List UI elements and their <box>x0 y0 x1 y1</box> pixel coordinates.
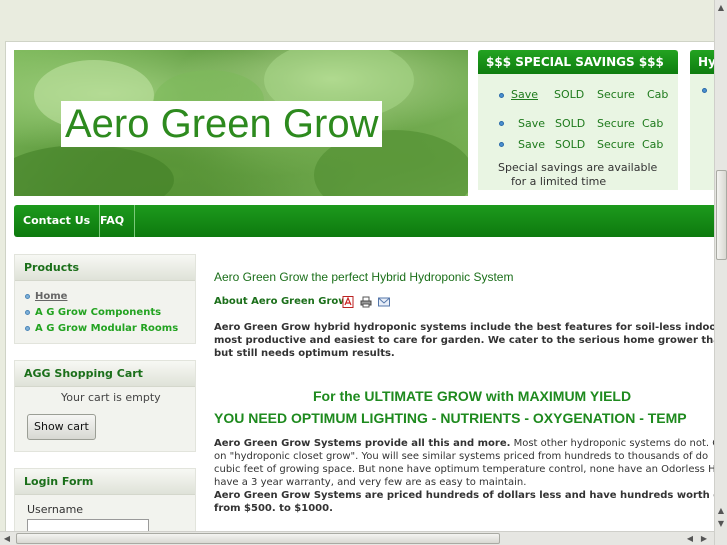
savings-link[interactable]: Secure <box>597 138 642 151</box>
savings-row[interactable]: Save SOLD Secure Cab <box>511 88 668 101</box>
savings-link[interactable]: SOLD <box>555 138 597 151</box>
paragraph-line: but still needs optimum results. <box>214 348 395 359</box>
paragraph-line: Aero Green Grow Systems are priced hundr… <box>214 490 727 501</box>
savings-row[interactable]: Save SOLD Secure Cab <box>518 117 663 130</box>
nav-contact-us[interactable]: Contact Us <box>14 205 101 237</box>
savings-note-line: for a limited time <box>511 175 607 188</box>
bullet-icon <box>499 121 504 126</box>
horizontal-scrollbar[interactable]: ◀ ◀ ▶ <box>0 531 714 545</box>
vertical-scroll-thumb[interactable] <box>716 170 727 260</box>
menu-item-label: A G Grow Modular Rooms <box>35 323 179 334</box>
scroll-left-arrow-icon[interactable]: ◀ <box>684 533 696 545</box>
shopping-cart-module: AGG Shopping Cart Your cart is empty Sho… <box>14 360 196 452</box>
savings-link[interactable]: SOLD <box>554 88 597 101</box>
login-title: Login Form <box>15 469 195 495</box>
special-savings-module: $$$ SPECIAL SAVINGS $$$ Save SOLD Secure… <box>478 50 678 190</box>
pdf-icon[interactable] <box>342 296 354 308</box>
headline-optimum: YOU NEED OPTIMUM LIGHTING - NUTRIENTS - … <box>214 410 687 426</box>
headline-ultimate-grow: For the ULTIMATE GROW with MAXIMUM YIELD <box>313 388 632 404</box>
bullet-icon <box>25 325 30 331</box>
scroll-up-arrow-icon[interactable]: ▲ <box>715 2 727 14</box>
bullet-icon <box>25 293 30 299</box>
paragraph-line: Aero Green Grow hybrid hydroponic system… <box>214 322 727 333</box>
menu-item-home[interactable]: Home <box>25 291 67 302</box>
login-module: Login Form Username <box>14 468 196 531</box>
show-cart-button[interactable]: Show cart <box>27 414 96 440</box>
intro-title: Aero Green Grow the perfect Hybrid Hydro… <box>214 270 514 284</box>
paragraph-text: Most other hydroponic systems do not. Co <box>510 438 726 449</box>
cart-title: AGG Shopping Cart <box>15 361 195 387</box>
paragraph-line: have a 3 year warranty, and very few are… <box>214 477 527 488</box>
menu-item-label: A G Grow Components <box>35 307 162 318</box>
savings-link[interactable]: Secure <box>597 88 647 101</box>
menu-item-components[interactable]: A G Grow Components <box>25 307 161 318</box>
bullet-icon <box>702 88 707 93</box>
menu-item-modular-rooms[interactable]: A G Grow Modular Rooms <box>25 323 178 334</box>
paragraph-bold-text: Aero Green Grow Systems provide all this… <box>214 438 511 449</box>
bullet-icon <box>499 142 504 147</box>
paragraph-line: Aero Green Grow Systems provide all this… <box>214 437 727 450</box>
site-title[interactable]: Aero Green Grow <box>61 101 383 147</box>
savings-link[interactable]: Cab <box>642 117 663 130</box>
header-banner: Aero Green Grow <box>14 50 468 196</box>
savings-row[interactable]: Save SOLD Secure Cab <box>518 138 663 151</box>
savings-link[interactable]: Cab <box>647 88 668 101</box>
scroll-down-arrow-icon[interactable]: ▼ <box>715 518 727 530</box>
savings-link[interactable]: Save <box>518 117 555 130</box>
products-module: Products Home A G Grow Components A G Gr… <box>14 254 196 344</box>
bullet-icon <box>499 93 504 98</box>
savings-note-line: Special savings are available <box>498 161 658 174</box>
username-label: Username <box>27 503 84 516</box>
paragraph-line: cubic feet of growing space. But none ha… <box>214 464 722 475</box>
bullet-icon <box>25 309 30 315</box>
scroll-up-arrow-icon[interactable]: ▲ <box>715 505 727 517</box>
main-nav: Contact Us FAQ <box>14 205 727 237</box>
vertical-scrollbar[interactable]: ▲ ▲ ▼ <box>714 0 727 545</box>
savings-note: Special savings are available for a limi… <box>498 161 657 189</box>
paragraph-line: most productive and easiest to care for … <box>214 335 727 346</box>
print-icon[interactable] <box>360 296 372 308</box>
paragraph-line: from $500. to $1000. <box>214 503 333 514</box>
products-title: Products <box>15 255 195 281</box>
email-icon[interactable] <box>378 296 390 308</box>
cart-status: Your cart is empty <box>61 391 161 404</box>
savings-link[interactable]: SOLD <box>555 117 597 130</box>
savings-link[interactable]: Secure <box>597 117 642 130</box>
nav-faq[interactable]: FAQ <box>91 205 135 237</box>
menu-item-label: Home <box>35 291 68 302</box>
scroll-left-arrow-icon[interactable]: ◀ <box>1 533 13 545</box>
article-title[interactable]: About Aero Green Grow <box>214 296 348 307</box>
special-savings-title: $$$ SPECIAL SAVINGS $$$ <box>478 50 678 74</box>
scroll-right-arrow-icon[interactable]: ▶ <box>698 533 710 545</box>
paragraph-line: on "hydroponic closet grow". You will se… <box>214 451 709 462</box>
savings-link[interactable]: Save <box>518 138 555 151</box>
page-container: Aero Green Grow $$$ SPECIAL SAVINGS $$$ … <box>5 41 727 531</box>
leaf-shape <box>14 145 174 196</box>
savings-link[interactable]: Cab <box>642 138 663 151</box>
savings-link[interactable]: Save <box>511 88 554 101</box>
horizontal-scroll-thumb[interactable] <box>16 533 500 544</box>
username-input[interactable] <box>27 519 149 531</box>
